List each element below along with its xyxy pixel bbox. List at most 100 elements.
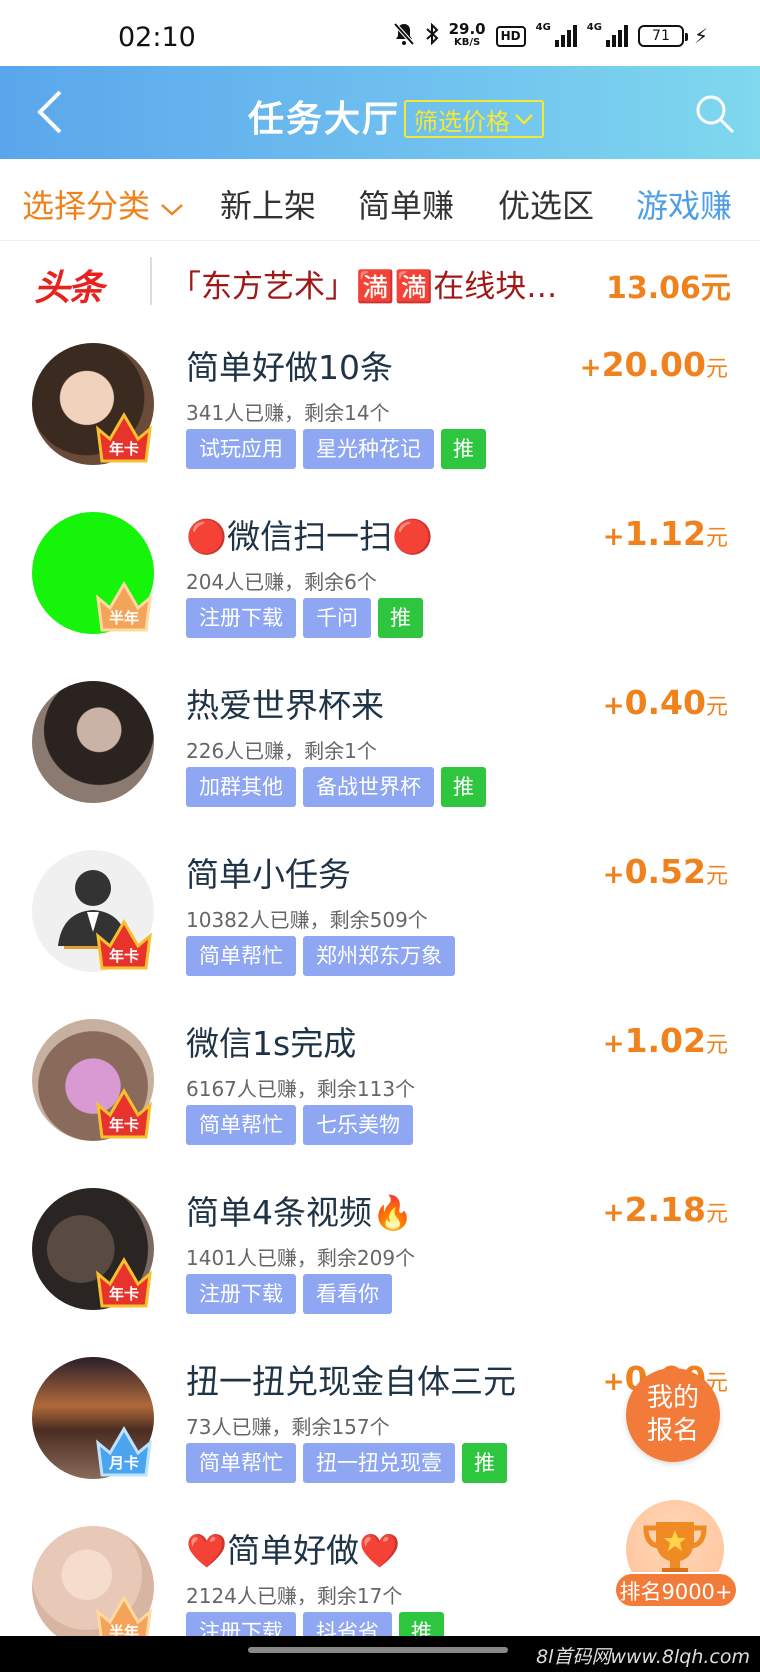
task-item[interactable]: 半年 🔴微信扫一扫🔴 204人已赚，剩余6个 注册下载 千问 推 +1.12元 <box>0 492 760 661</box>
tag-app: 星光种花记 <box>303 429 434 469</box>
bluetooth-icon <box>425 22 439 49</box>
task-reward: +1.12元 <box>602 514 728 553</box>
chevron-down-icon <box>161 204 184 216</box>
task-tags: 加群其他 备战世界杯 推 <box>186 767 486 807</box>
mute-icon <box>393 22 415 50</box>
divider <box>150 257 152 305</box>
hd-badge: HD <box>495 25 526 47</box>
charging-icon: ⚡ <box>693 24 708 48</box>
task-item[interactable]: 年卡 微信1s完成 6167人已赚，剩余113个 简单帮忙 七乐美物 +1.02… <box>0 999 760 1168</box>
news-ticker[interactable]: 头条 「东方艺术」🈵🈵在线块… 13.06元 <box>0 241 760 323</box>
status-bar: 02:10 29.0 KB/S HD 4G 4G 71 ⚡ <box>0 0 760 66</box>
back-button[interactable] <box>32 88 72 136</box>
task-title: 扭一扭兑现金自体三元 <box>186 1362 516 1401</box>
task-title: 热爱世界杯来 <box>186 686 384 725</box>
tab-simple[interactable]: 简单赚 <box>358 181 454 227</box>
task-item[interactable]: 年卡 简单4条视频🔥 1401人已赚，剩余209个 注册下载 看看你 +2.18… <box>0 1168 760 1337</box>
ticker-text: 「东方艺术」🈵🈵在线块… <box>170 269 558 305</box>
chevron-down-icon <box>515 114 533 125</box>
category-tabs: 选择分类 新上架 简单赚 优选区 游戏赚 <box>0 159 760 241</box>
navigation-bar: 8l首码网www.8lqh.com <box>0 1636 760 1672</box>
tag-type: 加群其他 <box>186 767 296 807</box>
ranking-label: 排名9000+ <box>614 1572 738 1608</box>
tag-recommend: 推 <box>378 598 423 638</box>
tab-game[interactable]: 游戏赚 <box>636 181 732 227</box>
tab-selected[interactable]: 优选区 <box>498 181 594 227</box>
search-icon <box>696 95 735 134</box>
task-title: 简单4条视频🔥 <box>186 1193 414 1232</box>
status-time: 02:10 <box>118 22 196 53</box>
tag-recommend: 推 <box>441 767 486 807</box>
tag-recommend: 推 <box>441 429 486 469</box>
task-reward: +0.52元 <box>602 852 728 891</box>
page-title: 任务大厅 <box>248 99 401 140</box>
task-item[interactable]: 年卡 简单小任务 10382人已赚，剩余509个 简单帮忙 郑州郑东万象 +0.… <box>0 830 760 999</box>
task-reward: +0.40元 <box>602 683 728 722</box>
task-meta: 73人已赚，剩余157个 <box>186 1415 390 1439</box>
tag-app: 千问 <box>303 598 371 638</box>
tab-select-category[interactable]: 选择分类 <box>22 181 184 227</box>
tag-app: 备战世界杯 <box>303 767 434 807</box>
tag-type: 注册下载 <box>186 598 296 638</box>
tag-app: 七乐美物 <box>303 1105 413 1145</box>
signal-icon-2 <box>605 25 628 47</box>
back-arrow-icon <box>37 90 62 134</box>
tag-app: 看看你 <box>303 1274 392 1314</box>
badge-crown: 年卡 <box>94 409 154 465</box>
signal-icon <box>554 25 577 47</box>
network-type-2: 4G <box>586 22 602 33</box>
task-reward: +1.02元 <box>602 1021 728 1060</box>
task-meta: 1401人已赚，剩余209个 <box>186 1246 416 1270</box>
tag-recommend: 推 <box>462 1443 507 1483</box>
task-reward: +2.18元 <box>602 1190 728 1229</box>
ticker-amount: 13.06元 <box>606 271 731 306</box>
task-tags: 试玩应用 星光种花记 推 <box>186 429 486 469</box>
task-meta: 204人已赚，剩余6个 <box>186 570 377 594</box>
task-meta: 226人已赚，剩余1个 <box>186 739 377 763</box>
badge-crown: 年卡 <box>94 1085 154 1141</box>
tag-type: 简单帮忙 <box>186 936 296 976</box>
task-title: 微信1s完成 <box>186 1024 357 1063</box>
battery-icon: 71 <box>637 25 688 47</box>
filter-price-button[interactable]: 筛选价格 <box>404 100 544 138</box>
status-icons: 29.0 KB/S HD 4G 4G 71 ⚡ <box>393 22 708 50</box>
headline-logo: 头条 <box>34 268 104 309</box>
avatar <box>32 681 154 803</box>
app-header: 任务大厅 筛选价格 <box>0 66 760 159</box>
my-signup-label-2: 报名 <box>646 1416 699 1446</box>
tag-type: 注册下载 <box>186 1274 296 1314</box>
tag-app: 扭一扭兑现壹 <box>303 1443 455 1483</box>
home-indicator[interactable] <box>248 1647 508 1653</box>
task-title: ❤️简单好做❤️ <box>186 1531 401 1570</box>
task-tags: 注册下载 看看你 <box>186 1274 392 1314</box>
task-tags: 简单帮忙 郑州郑东万象 <box>186 936 455 976</box>
badge-crown: 年卡 <box>94 916 154 972</box>
network-type-1: 4G <box>535 22 551 33</box>
task-tags: 简单帮忙 七乐美物 <box>186 1105 413 1145</box>
task-meta: 6167人已赚，剩余113个 <box>186 1077 416 1101</box>
tag-type: 简单帮忙 <box>186 1443 296 1483</box>
my-signup-label-1: 我的 <box>646 1383 699 1413</box>
tag-type: 试玩应用 <box>186 429 296 469</box>
task-title: 简单好做10条 <box>186 348 393 387</box>
badge-crown: 年卡 <box>94 1254 154 1310</box>
ranking-button[interactable]: 排名9000+ <box>612 1500 738 1620</box>
task-item[interactable]: 热爱世界杯来 226人已赚，剩余1个 加群其他 备战世界杯 推 +0.40元 <box>0 661 760 830</box>
task-meta: 10382人已赚，剩余509个 <box>186 908 428 932</box>
badge-crown: 月卡 <box>94 1423 154 1479</box>
my-signup-button[interactable]: 我的 报名 <box>626 1368 720 1462</box>
tag-app: 郑州郑东万象 <box>303 936 455 976</box>
net-speed: 29.0 KB/S <box>448 20 486 49</box>
watermark: 8l首码网www.8lqh.com <box>536 1646 750 1668</box>
task-tags: 简单帮忙 扭一扭兑现壹 推 <box>186 1443 507 1483</box>
task-meta: 2124人已赚，剩余17个 <box>186 1584 403 1608</box>
badge-crown: 半年 <box>94 578 154 634</box>
search-button[interactable] <box>694 93 736 135</box>
tab-new[interactable]: 新上架 <box>220 181 316 227</box>
task-reward: +20.00元 <box>579 345 728 384</box>
task-meta: 341人已赚，剩余14个 <box>186 401 390 425</box>
task-item[interactable]: 年卡 简单好做10条 341人已赚，剩余14个 试玩应用 星光种花记 推 +20… <box>0 323 760 492</box>
task-title: 🔴微信扫一扫🔴 <box>186 517 434 556</box>
task-tags: 注册下载 千问 推 <box>186 598 423 638</box>
task-title: 简单小任务 <box>186 855 351 894</box>
